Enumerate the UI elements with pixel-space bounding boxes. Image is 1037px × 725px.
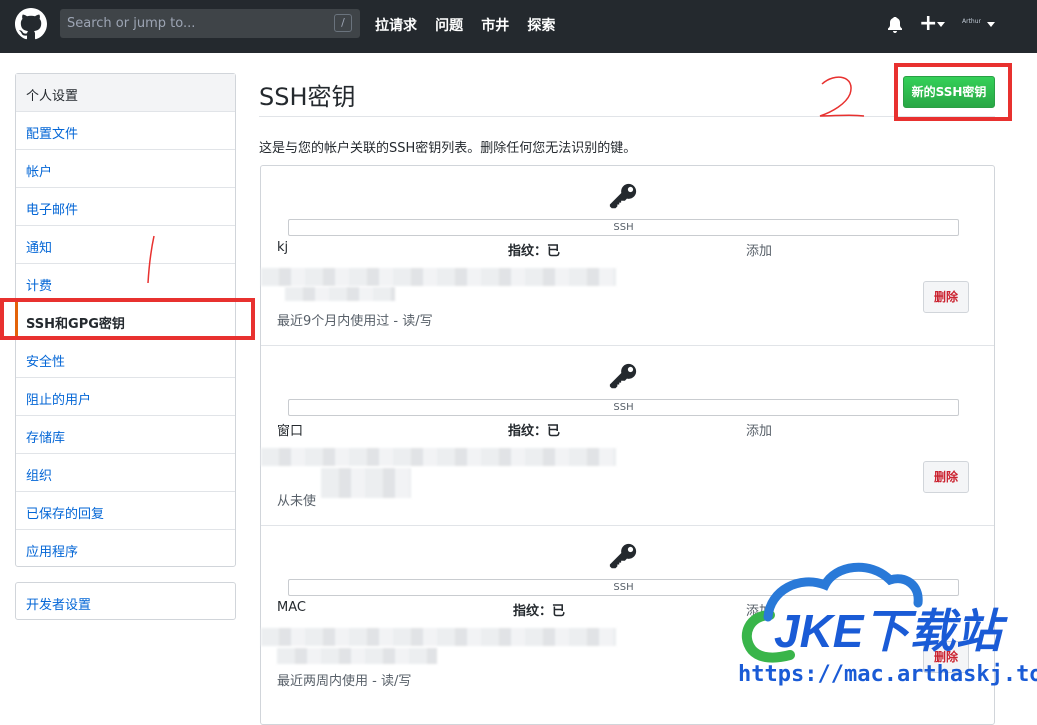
- delete-key-button[interactable]: 删除: [923, 461, 969, 493]
- title-divider: [259, 116, 995, 117]
- redacted-fingerprint: [261, 268, 616, 286]
- key-usage: 最近两周内使用 - 读/写: [277, 674, 412, 689]
- key-title: MAC: [277, 600, 306, 615]
- sidebar-item-applications[interactable]: 应用程序: [16, 530, 235, 568]
- sidebar-heading: 个人设置: [16, 74, 235, 112]
- watermark-logo-icon: JKE下载站: [741, 562, 1008, 663]
- header-nav: 拉请求 问题 市井 探索: [375, 15, 569, 35]
- key-icon: [609, 543, 637, 569]
- annotation-number-2-icon: [819, 76, 865, 117]
- bell-icon[interactable]: [887, 17, 903, 33]
- list-item: SSH kj 指纹：已 添加 最近9个月内使用过 - 读/写 删除: [261, 166, 994, 346]
- nav-marketplace[interactable]: 市井: [481, 18, 509, 34]
- sidebar-item-profile[interactable]: 配置文件: [16, 112, 235, 150]
- delete-key-button[interactable]: 删除: [923, 281, 969, 313]
- github-logo-icon[interactable]: [15, 8, 47, 40]
- annotation-highlight-new-button: [894, 63, 1012, 121]
- watermark-url: https://mac.arthaskj.top: [738, 662, 1037, 687]
- redacted-fingerprint: [261, 448, 616, 466]
- ssh-label-badge: SSH: [288, 399, 959, 416]
- page-description: 这是与您的帐户关联的SSH密钥列表。删除任何您无法识别的键。: [259, 141, 637, 156]
- ssh-label-badge: SSH: [288, 219, 959, 236]
- watermark-brand: JKE下载站: [774, 605, 1008, 657]
- key-title: kj: [277, 240, 289, 255]
- search-input[interactable]: Search or jump to... /: [60, 9, 360, 38]
- sidebar-item-blocked-users[interactable]: 阻止的用户: [16, 378, 235, 416]
- sidebar-item-repositories[interactable]: 存储库: [16, 416, 235, 454]
- nav-issues[interactable]: 问题: [435, 18, 463, 34]
- key-title: 窗口: [277, 424, 304, 439]
- redacted-fingerprint: [261, 628, 616, 646]
- page-title: SSH密钥: [259, 83, 356, 111]
- redacted-fingerprint-2: [277, 648, 437, 664]
- nav-pull-requests[interactable]: 拉请求: [375, 18, 417, 34]
- create-dropdown-caret-icon[interactable]: [937, 22, 945, 27]
- sidebar-item-emails[interactable]: 电子邮件: [16, 188, 235, 226]
- user-dropdown-caret-icon[interactable]: [987, 22, 995, 27]
- key-fingerprint: 指纹：已: [508, 244, 561, 259]
- key-added-date: 添加: [746, 244, 773, 259]
- redacted-fingerprint-2: [321, 468, 411, 498]
- key-usage: 最近9个月内使用过 - 读/写: [277, 314, 433, 329]
- top-navbar: Search or jump to... / 拉请求 问题 市井 探索 + Ar…: [0, 0, 1037, 53]
- search-hotkey-badge: /: [334, 14, 352, 32]
- search-placeholder: Search or jump to...: [67, 16, 196, 31]
- key-icon: [609, 183, 637, 209]
- sidebar-item-billing[interactable]: 计费: [16, 264, 235, 302]
- key-fingerprint: 指纹：已: [508, 424, 561, 439]
- sidebar-item-developer-settings[interactable]: 开发者设置: [15, 582, 236, 620]
- redacted-fingerprint-2: [285, 287, 395, 301]
- key-icon: [609, 363, 637, 389]
- key-added-date: 添加: [746, 424, 773, 439]
- nav-explore[interactable]: 探索: [527, 18, 555, 34]
- sidebar-item-notifications[interactable]: 通知: [16, 226, 235, 264]
- key-usage: 从未使: [277, 494, 317, 509]
- sidebar-item-saved-replies[interactable]: 已保存的回复: [16, 492, 235, 530]
- annotation-highlight-sidebar: [0, 298, 255, 340]
- key-fingerprint: 指纹：已: [513, 604, 566, 619]
- create-new-icon[interactable]: +: [919, 11, 937, 36]
- avatar[interactable]: Arthur: [962, 18, 981, 25]
- sidebar-item-security[interactable]: 安全性: [16, 340, 235, 378]
- list-item: SSH 窗口 指纹：已 添加 从未使 删除: [261, 346, 994, 526]
- sidebar-item-account[interactable]: 帐户: [16, 150, 235, 188]
- sidebar-item-organizations[interactable]: 组织: [16, 454, 235, 492]
